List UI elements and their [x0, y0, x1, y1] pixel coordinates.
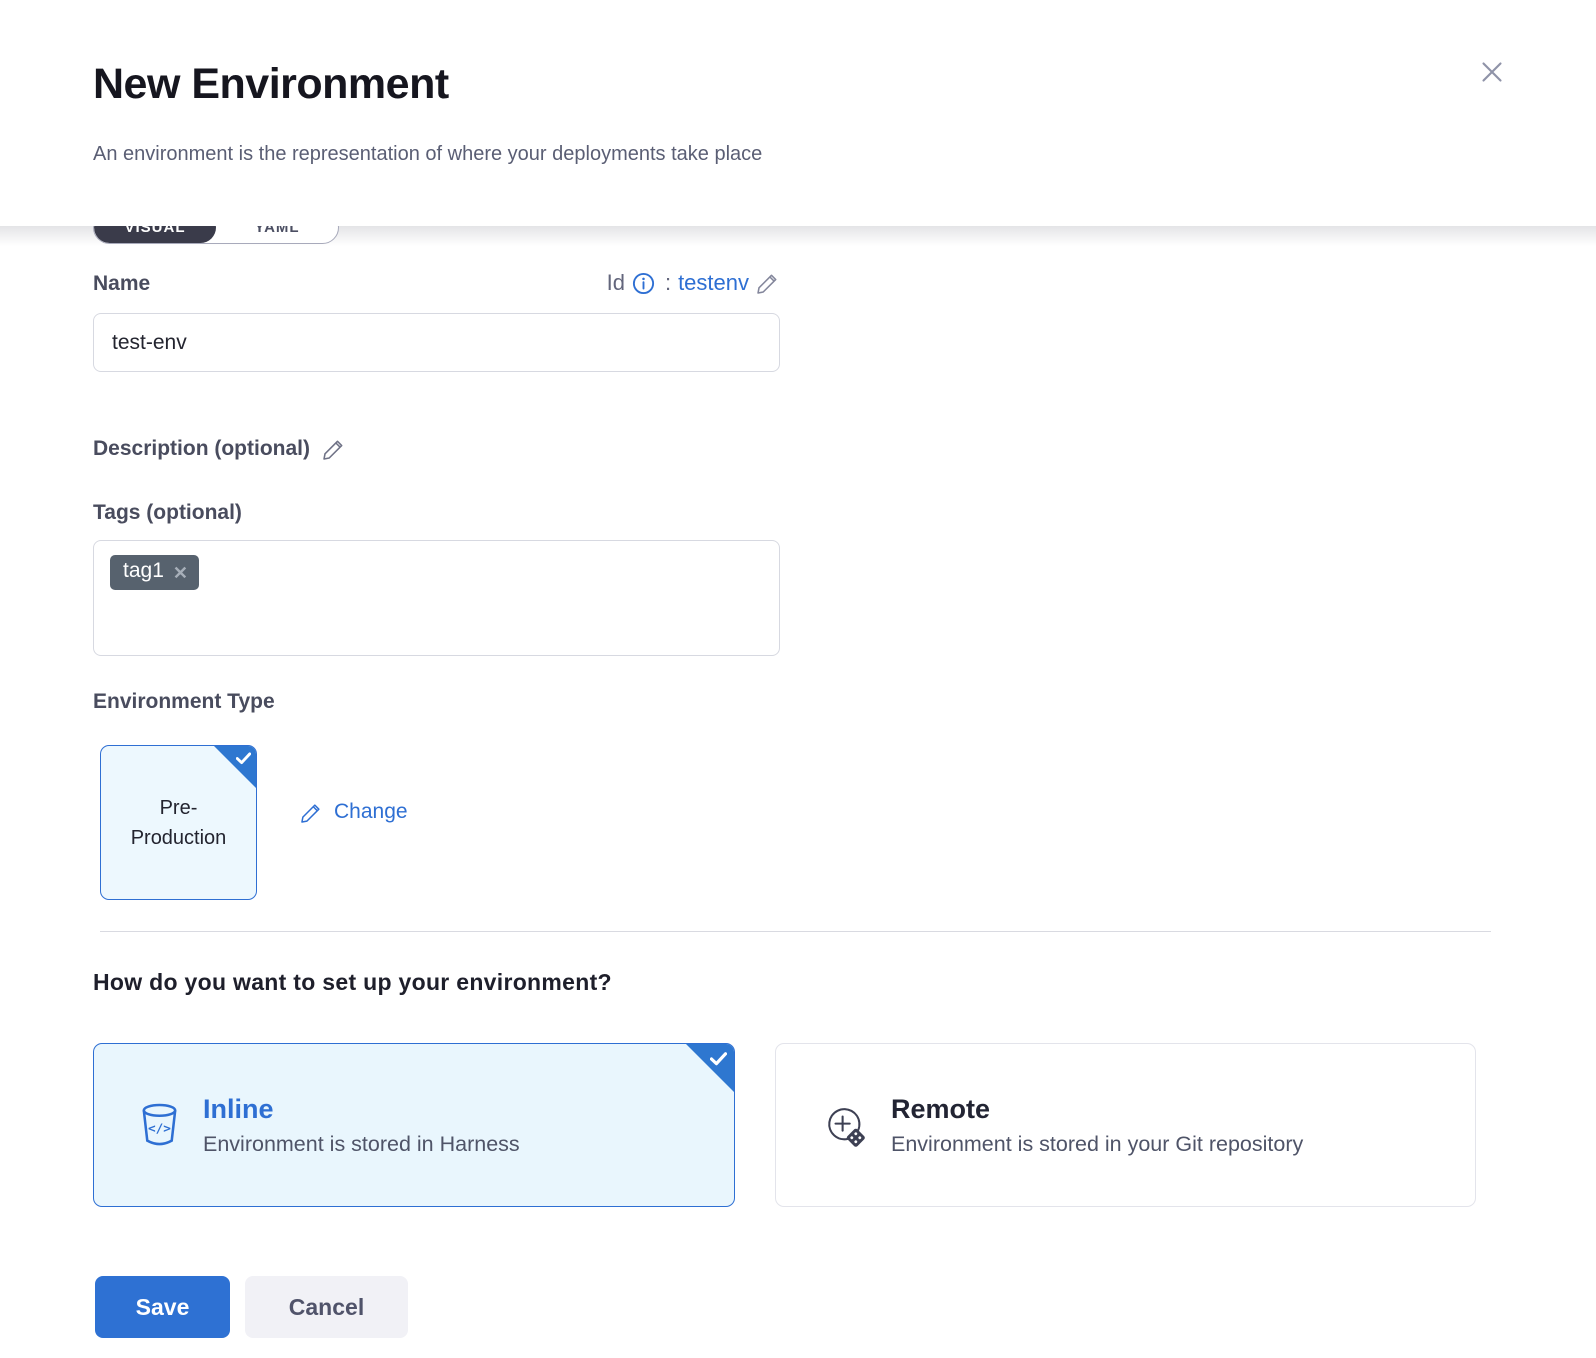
close-icon[interactable] — [1472, 52, 1512, 92]
remote-git-icon — [820, 1101, 869, 1150]
id-label: Id — [607, 270, 625, 296]
check-icon — [710, 1052, 727, 1066]
modal-header: New Environment An environment is the re… — [0, 0, 1596, 226]
inline-option-title: Inline — [203, 1094, 520, 1125]
option-card-inline[interactable]: </> Inline Environment is stored in Harn… — [93, 1043, 735, 1207]
remote-option-description: Environment is stored in your Git reposi… — [891, 1132, 1303, 1157]
tags-input[interactable]: tag1 ✕ — [93, 540, 780, 656]
edit-description-pencil-icon[interactable] — [322, 437, 346, 461]
page-title: New Environment — [93, 60, 449, 109]
environment-type-value: Pre-Production — [121, 793, 236, 853]
environment-type-card-pre-production[interactable]: Pre-Production — [100, 745, 257, 900]
inline-option-texts: Inline Environment is stored in Harness — [203, 1094, 520, 1157]
edit-id-pencil-icon[interactable] — [756, 271, 780, 295]
setup-question-heading: How do you want to set up your environme… — [93, 969, 612, 996]
svg-text:</>: </> — [148, 1120, 171, 1135]
inline-store-icon: </> — [138, 1102, 181, 1149]
section-divider — [100, 931, 1491, 932]
id-row: Id : testenv — [93, 270, 780, 296]
save-button[interactable]: Save — [95, 1276, 230, 1338]
description-label: Description (optional) — [93, 437, 310, 461]
cancel-button[interactable]: Cancel — [245, 1276, 408, 1338]
remote-option-title: Remote — [891, 1094, 1303, 1125]
new-environment-modal: New Environment An environment is the re… — [0, 0, 1596, 1358]
modal-subtitle: An environment is the representation of … — [93, 143, 762, 166]
remove-tag-icon[interactable]: ✕ — [173, 561, 188, 582]
description-row: Description (optional) — [93, 437, 346, 461]
change-environment-type-button[interactable]: Change — [300, 800, 408, 824]
option-card-remote[interactable]: Remote Environment is stored in your Git… — [775, 1043, 1476, 1207]
tag-chip: tag1 ✕ — [110, 555, 199, 590]
environment-type-label: Environment Type — [93, 690, 275, 714]
tag-chip-label: tag1 — [123, 559, 164, 583]
info-icon[interactable] — [632, 272, 655, 295]
id-value[interactable]: testenv — [678, 270, 749, 296]
id-separator: : — [665, 270, 671, 296]
inline-option-description: Environment is stored in Harness — [203, 1132, 520, 1157]
remote-option-texts: Remote Environment is stored in your Git… — [891, 1094, 1303, 1157]
change-link-label: Change — [334, 800, 408, 824]
tags-label: Tags (optional) — [93, 501, 242, 525]
name-input[interactable] — [93, 313, 780, 372]
check-icon — [236, 752, 251, 765]
